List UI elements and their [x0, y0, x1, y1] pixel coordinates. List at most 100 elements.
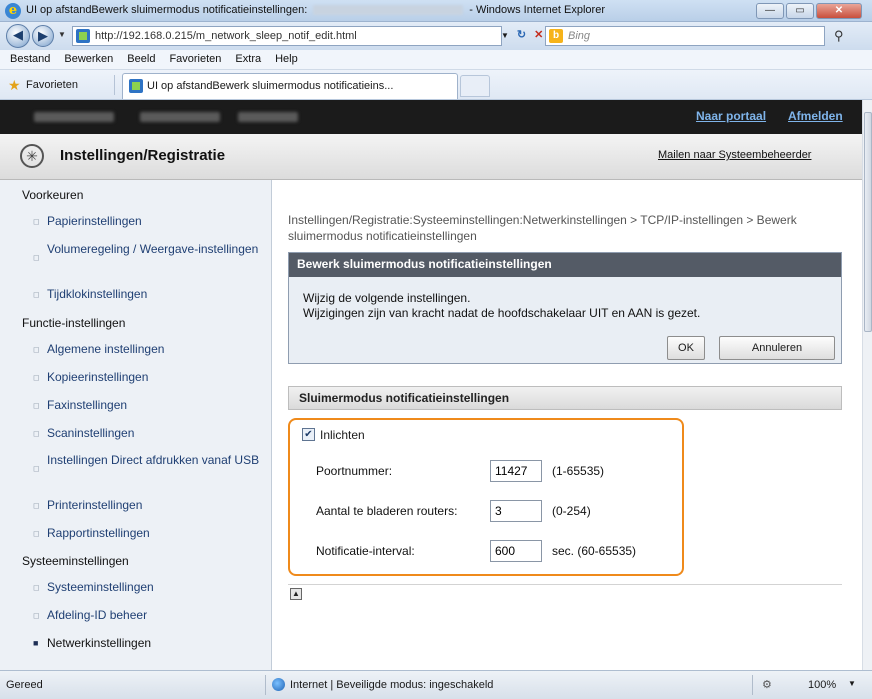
- sidebar-item-report[interactable]: ◻ Rapportinstellingen: [33, 526, 262, 541]
- search-icon[interactable]: ⚲: [834, 28, 844, 44]
- forward-button[interactable]: ▶: [32, 25, 54, 47]
- sidebar-item-label: Faxinstellingen: [47, 398, 128, 412]
- menu-item-edit[interactable]: Bewerken: [57, 50, 120, 65]
- routers-range: (0-254): [552, 504, 591, 518]
- sidebar-item-clock[interactable]: ◻ Tijdklokinstellingen: [33, 287, 262, 302]
- bullet-icon: ◻: [33, 529, 40, 538]
- bullet-icon: ◻: [33, 611, 40, 620]
- bullet-icon: ■: [33, 638, 39, 648]
- stop-icon[interactable]: ✕: [534, 29, 543, 41]
- menu-item-favorites[interactable]: Favorieten: [162, 50, 228, 65]
- bullet-icon: ◻: [33, 501, 40, 510]
- bullet-icon: ◻: [33, 373, 40, 382]
- bullet-icon: ◻: [33, 401, 40, 410]
- edit-panel: Bewerk sluimermodus notificatieinstellin…: [288, 252, 842, 364]
- page-content: Naar portaal Afmelden ✳ Instellingen/Reg…: [0, 100, 862, 670]
- menu-item-tools[interactable]: Extra: [228, 50, 268, 65]
- history-dropdown-icon[interactable]: ▼: [58, 30, 66, 39]
- address-dropdown-icon[interactable]: ▼: [501, 31, 509, 40]
- zoom-dropdown-icon[interactable]: ▼: [848, 679, 856, 688]
- sidebar-item-label: Afdeling-ID beheer: [47, 608, 148, 622]
- instruction-text: Wijzig de volgende instellingen.: [303, 291, 471, 305]
- sidebar-item-printer[interactable]: ◻ Printerinstellingen: [33, 498, 262, 513]
- minimize-button[interactable]: —: [756, 3, 784, 19]
- sidebar-item-label: Scaninstellingen: [47, 426, 135, 440]
- address-url: http://192.168.0.215/m_network_sleep_not…: [95, 30, 357, 42]
- sidebar-item-label: Tijdklokinstellingen: [47, 287, 148, 301]
- close-button[interactable]: ✕: [816, 3, 862, 19]
- sidebar-item-paper[interactable]: ◻ Papierinstellingen: [33, 214, 262, 229]
- divider: [752, 675, 753, 695]
- favorites-button[interactable]: Favorieten: [26, 79, 78, 91]
- scroll-to-top-icon[interactable]: ▲: [290, 588, 302, 600]
- refresh-icon[interactable]: ↻: [517, 29, 526, 41]
- sidebar-item-label: Printerinstellingen: [47, 498, 143, 512]
- section-header: ✳ Instellingen/Registratie Mailen naar S…: [0, 134, 862, 180]
- sidebar-item-fax[interactable]: ◻ Faxinstellingen: [33, 398, 262, 413]
- sidebar-item-volume-display[interactable]: ◻ Volumeregeling / Weergave-instellingen: [33, 242, 262, 262]
- sidebar: Voorkeuren ◻ Papierinstellingen ◻ Volumere…: [0, 180, 272, 670]
- address-toolbar: ◀ ▶ ▼ http://192.168.0.215/m_network_sle…: [0, 22, 872, 50]
- sidebar-item-network[interactable]: ■ Netwerkinstellingen: [33, 636, 262, 651]
- vertical-scrollbar[interactable]: [862, 100, 872, 670]
- portal-bar: Naar portaal Afmelden: [0, 100, 862, 134]
- port-range: (1-65535): [552, 464, 605, 478]
- sidebar-item-label: Netwerkinstellingen: [47, 636, 152, 650]
- back-button[interactable]: ◀: [6, 24, 30, 48]
- menu-item-view[interactable]: Beeld: [120, 50, 162, 65]
- bullet-icon: ◻: [33, 464, 40, 473]
- port-label: Poortnummer:: [316, 464, 393, 478]
- page-title: Instellingen/Registratie: [60, 147, 226, 164]
- window-title-prefix: UI op afstandBewerk sluimermodus notific…: [26, 4, 308, 16]
- portal-link[interactable]: Naar portaal: [696, 109, 766, 123]
- routers-label: Aantal te bladeren routers:: [316, 504, 458, 518]
- protected-mode-icon[interactable]: ⚙: [762, 678, 772, 691]
- sidebar-item-label: Papierinstellingen: [47, 214, 142, 228]
- bullet-icon: ◻: [33, 429, 40, 438]
- ok-button[interactable]: OK: [667, 336, 705, 360]
- search-field[interactable]: b Bing: [545, 26, 825, 46]
- interval-input[interactable]: [490, 540, 542, 562]
- window-title-suffix: - Windows Internet Explorer: [469, 4, 605, 16]
- restart-notice-text: Wijzigingen zijn van kracht nadat de hoo…: [303, 306, 701, 320]
- bullet-icon: ◻: [33, 253, 40, 262]
- browser-tab-active[interactable]: UI op afstandBewerk sluimermodus notific…: [122, 73, 458, 99]
- cancel-button[interactable]: Annuleren: [719, 336, 835, 360]
- divider: [265, 675, 266, 695]
- address-field[interactable]: http://192.168.0.215/m_network_sleep_not…: [72, 26, 502, 46]
- maximize-button[interactable]: ▭: [786, 3, 814, 19]
- sidebar-item-department-id[interactable]: ◻ Afdeling-ID beheer: [33, 608, 262, 623]
- sidebar-item-copy[interactable]: ◻ Kopieerinstellingen: [33, 370, 262, 385]
- port-number-input[interactable]: [490, 460, 542, 482]
- breadcrumb: Instellingen/Registratie:Systeeminstelli…: [288, 213, 797, 243]
- redacted-text: [34, 112, 114, 122]
- new-tab-button[interactable]: [460, 75, 490, 97]
- tab-favicon-icon: [129, 79, 143, 93]
- scrollbar-thumb[interactable]: [864, 112, 872, 332]
- security-zone-text: Internet | Beveiligde modus: ingeschakel…: [290, 679, 494, 691]
- sidebar-item-system[interactable]: ◻ Systeeminstellingen: [33, 580, 262, 595]
- sidebar-item-scan[interactable]: ◻ Scaninstellingen: [33, 426, 262, 441]
- globe-icon: [272, 678, 285, 691]
- zoom-level[interactable]: 100%: [808, 679, 836, 691]
- sidebar-item-label: Systeeminstellingen: [47, 580, 154, 594]
- menu-item-file[interactable]: Bestand: [0, 50, 57, 65]
- mail-admin-link[interactable]: Mailen naar Systeembeheerder: [658, 149, 811, 161]
- sidebar-group-functions: Functie-instellingen: [22, 316, 126, 330]
- logout-link[interactable]: Afmelden: [788, 109, 843, 123]
- favorites-star-icon[interactable]: ★: [8, 77, 21, 94]
- sidebar-item-general[interactable]: ◻ Algemene instellingen: [33, 342, 262, 357]
- redacted-text: [238, 112, 298, 122]
- highlighted-settings: ✔ Inlichten Poortnummer: (1-65535) Aanta…: [288, 418, 684, 576]
- bullet-icon: ◻: [33, 583, 40, 592]
- sidebar-item-label: Instellingen Direct afdrukken vanaf USB: [47, 453, 260, 467]
- sidebar-item-usb-print[interactable]: ◻ Instellingen Direct afdrukken vanaf USB: [33, 453, 262, 473]
- divider: [288, 584, 842, 585]
- notify-checkbox[interactable]: ✔: [302, 428, 315, 441]
- routers-input[interactable]: [490, 500, 542, 522]
- tab-title: UI op afstandBewerk sluimermodus notific…: [147, 80, 394, 92]
- sidebar-item-label: Algemene instellingen: [47, 342, 165, 356]
- page-favicon-icon: [76, 29, 90, 43]
- menu-item-help[interactable]: Help: [268, 50, 305, 65]
- edit-panel-title: Bewerk sluimermodus notificatieinstellin…: [289, 253, 841, 277]
